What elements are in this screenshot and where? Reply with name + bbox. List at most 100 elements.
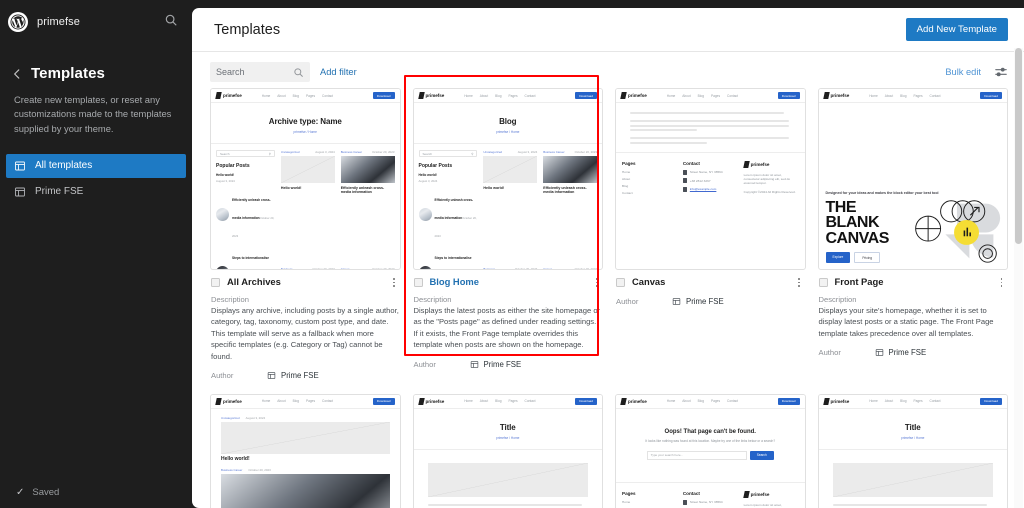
hero-buttons: Explore Pricing (825, 252, 947, 263)
template-icon (14, 160, 26, 172)
author-name: Prime FSE (483, 359, 522, 369)
checkbox-icon[interactable] (616, 277, 625, 287)
kebab-menu-icon[interactable] (389, 276, 400, 289)
preview-hero: Title primefse / Home (818, 409, 1007, 450)
description-label: Description (818, 295, 857, 304)
content-paragraph (630, 112, 791, 114)
template-preview[interactable]: primefse Home About Blog Pages Contact D… (412, 393, 603, 508)
template-preview[interactable]: primefse Home About Blog Pages Contact D… (817, 393, 1008, 508)
preview-footer: Pages Home About Blog Contact Contact St… (616, 151, 805, 198)
template-card[interactable]: primefse Home About Blog Pages Contact D… (615, 393, 806, 508)
chevron-left-icon[interactable] (10, 67, 24, 81)
wordpress-logo-icon[interactable] (8, 12, 28, 32)
search-icon[interactable] (164, 13, 182, 31)
template-meta: Canvas Author Prime FSE (615, 270, 806, 306)
preview-nav-links: Home About Blog Pages Contact (464, 93, 536, 98)
template-description: Displays your site's homepage, whether i… (818, 306, 994, 338)
template-card[interactable]: primefse Home About Blog Pages Contact D… (210, 88, 401, 380)
logo-mark-icon (822, 397, 830, 405)
vertical-scrollbar[interactable] (1014, 48, 1023, 508)
preview-hero: Blog primefse / Home (413, 103, 602, 144)
template-icon (470, 360, 479, 369)
preview-content (414, 450, 603, 508)
preview-search-widget: Search ⚲ (216, 150, 275, 157)
template-card[interactable]: primefse Home About Blog Pages Contact D… (817, 393, 1008, 508)
template-name[interactable]: Canvas (632, 276, 665, 288)
author-row: Author Prime FSE (211, 371, 400, 380)
search-input[interactable] (216, 67, 293, 77)
preview-breadcrumb: primefse / Home (496, 130, 520, 134)
template-preview[interactable]: primefse Home About Blog Pages Contact D… (210, 88, 401, 270)
error-search-form: Type your search here... Search (630, 450, 791, 460)
save-status: ✓ Saved (0, 487, 75, 498)
sidebar-description: Create new templates, or reset any custo… (14, 94, 172, 134)
checkbox-icon[interactable] (211, 277, 220, 287)
sidebar-item-prime-fse[interactable]: Prime FSE (6, 180, 186, 204)
post-image (280, 156, 335, 183)
logo-mark-icon (417, 397, 425, 405)
template-preview[interactable]: primefse Home About Blog Pages Contact D… (412, 88, 603, 270)
logo-mark-icon (742, 490, 750, 498)
main-title: Templates (214, 21, 281, 38)
author-label: Author (413, 359, 436, 369)
hero-heading: THE BLANK CANVAS (825, 198, 890, 247)
template-card[interactable]: primefse Home About Blog Pages Contact D… (817, 88, 1008, 380)
kebab-menu-icon[interactable] (996, 276, 1007, 289)
search-icon: ⚲ (471, 151, 474, 156)
preview-popular-heading: Popular Posts (418, 163, 453, 169)
preview-feed: Uncategorized August 3, 2024 Hello world… (211, 409, 400, 508)
add-new-template-button[interactable]: Add New Template (905, 18, 1008, 41)
preview-cta-button: Download (777, 92, 800, 99)
kebab-menu-icon[interactable] (794, 276, 805, 289)
description-label: Description (413, 295, 452, 304)
templates-scroll-area[interactable]: primefse Home About Blog Pages Contact D… (192, 88, 1024, 508)
search-field[interactable] (210, 62, 310, 82)
bulk-edit-button[interactable]: Bulk edit (945, 67, 981, 77)
preview-site-nav: primefse Home About Blog Pages Contact D… (413, 89, 602, 103)
preview-logo: primefse (822, 92, 849, 99)
search-button: Search (749, 450, 774, 460)
list-item: BusinessOctober 20, 2023 Steps to intern… (483, 267, 537, 269)
main-header: Templates Add New Template (192, 8, 1024, 52)
toolbar-right: Bulk edit (945, 65, 1008, 79)
site-header[interactable]: primefse (0, 6, 192, 38)
preview-site-nav: primefse Home About Blog Pages Contact D… (616, 394, 805, 409)
template-card[interactable]: primefse Home About Blog Pages Contact D… (412, 393, 603, 508)
logo-mark-icon (742, 160, 750, 168)
checkbox-icon[interactable] (818, 277, 828, 287)
list-item: CareerOctober 20, 2023 Offer trading ser… (543, 267, 597, 269)
template-name[interactable]: Front Page (835, 276, 884, 288)
thumbnail-image (216, 208, 229, 221)
template-card[interactable]: primefse Home About Blog Pages Contact D… (615, 88, 806, 380)
footer-pages-column: Pages Home About Blog Contact (622, 160, 636, 195)
sidebar-title-row: Templates (0, 65, 192, 82)
sidebar-item-all-templates[interactable]: All templates (6, 153, 186, 178)
post-image (221, 473, 390, 508)
add-filter-button[interactable]: Add filter (320, 67, 357, 77)
preview-cta-button: Download (980, 92, 1002, 99)
template-name[interactable]: Blog Home (430, 276, 479, 288)
search-input: Type your search here... (646, 450, 747, 460)
preview-body: Search ⚲ Popular Posts Hello world! Augus… (414, 144, 603, 269)
template-preview[interactable]: primefse Home About Blog Pages Contact D… (817, 88, 1008, 270)
preview-featured-date: August 3, 2024 (418, 178, 438, 183)
thumbnail-image (418, 266, 432, 269)
preview-body: Search ⚲ Popular Posts Hello world! Augus… (211, 144, 400, 269)
checkbox-icon[interactable] (413, 277, 423, 287)
kebab-menu-icon[interactable] (591, 276, 602, 289)
scrollbar-thumb[interactable] (1015, 48, 1022, 244)
preview-site-nav: primefse Home About Blog Pages Contact D… (211, 394, 400, 409)
preview-search-widget: Search ⚲ (418, 150, 478, 157)
preview-hero-title: Archive type: Name (268, 117, 342, 126)
template-preview[interactable]: primefse Home About Blog Pages Contact D… (210, 393, 401, 508)
list-item: CareerOctober 20, 2023 Offer trading ser… (341, 267, 395, 269)
template-card[interactable]: primefse Home About Blog Pages Contact D… (210, 393, 401, 508)
template-name[interactable]: All Archives (227, 276, 281, 288)
preview-hero-title: Blog (499, 117, 517, 126)
list-item: Efficiently unleash cross-media informat… (418, 188, 478, 242)
template-preview[interactable]: primefse Home About Blog Pages Contact D… (615, 88, 806, 270)
preview-nav-links: Home About Blog Pages Contact (261, 93, 334, 98)
template-preview[interactable]: primefse Home About Blog Pages Contact D… (615, 393, 806, 508)
template-card[interactable]: primefse Home About Blog Pages Contact D… (412, 88, 603, 380)
sliders-icon[interactable] (994, 65, 1008, 79)
